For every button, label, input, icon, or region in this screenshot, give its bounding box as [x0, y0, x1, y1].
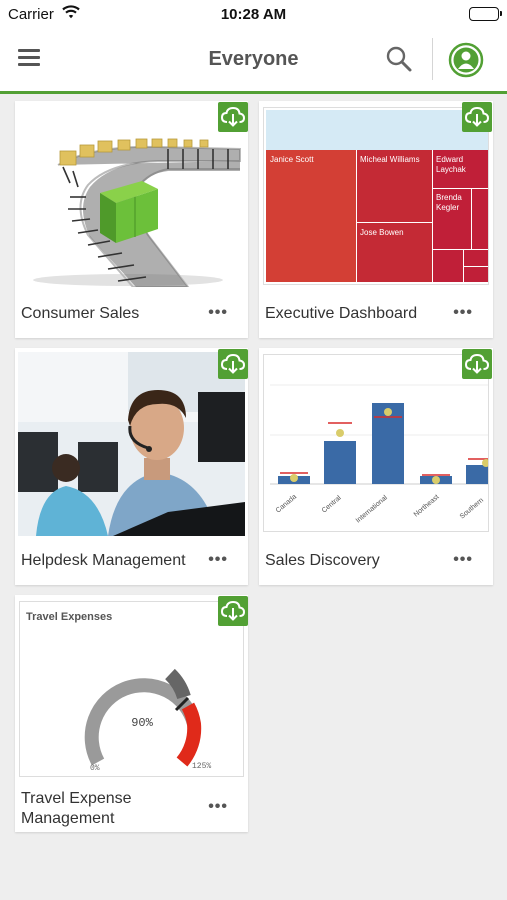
status-bar: Carrier 10:28 AM [0, 0, 507, 28]
app-thumbnail: Travel Expenses 90% 0% 125% [19, 601, 244, 777]
app-title: Helpdesk Management [21, 552, 186, 569]
gauge-title: Travel Expenses [26, 611, 112, 623]
app-title-line: Management [21, 810, 115, 827]
conveyor-belt-image [18, 105, 245, 287]
app-card-helpdesk-management[interactable]: Helpdesk Management ••• [15, 348, 248, 585]
more-options-button[interactable]: ••• [453, 304, 473, 322]
cloud-download-icon[interactable] [218, 349, 248, 379]
bar [466, 465, 488, 484]
gauge-preview: Travel Expenses 90% 0% 125% [20, 602, 243, 776]
gauge-value: 90% [131, 716, 153, 730]
app-title-line: Travel Expense [21, 790, 132, 807]
app-title: Executive Dashboard [265, 305, 418, 322]
app-title: Travel Expense Management [21, 789, 132, 829]
treemap-label: Kegler [436, 203, 459, 212]
helpdesk-photo [18, 352, 245, 536]
page-title: Everyone [208, 48, 299, 70]
app-card-travel-expense-management[interactable]: Travel Expenses 90% 0% 125% Travel Expen… [15, 595, 248, 832]
app-thumbnail [18, 352, 245, 536]
more-options-button[interactable]: ••• [453, 551, 473, 569]
gauge-max-label: 125% [192, 762, 211, 771]
app-thumbnail: Janice Scott Micheal Williams Edward Lay… [263, 107, 489, 285]
nav-divider [432, 38, 433, 80]
bar-chart-preview: Canada Central International Northeast S… [264, 355, 488, 531]
top-nav-bar: Everyone [0, 28, 507, 94]
app-thumbnail: Canada Central International Northeast S… [263, 354, 489, 532]
more-options-button[interactable]: ••• [208, 304, 228, 322]
app-card-sales-discovery[interactable]: Canada Central International Northeast S… [259, 348, 493, 585]
user-avatar-icon[interactable] [448, 42, 484, 78]
treemap-label: Brenda [436, 193, 462, 202]
cloud-download-icon[interactable] [462, 349, 492, 379]
cloud-download-icon[interactable] [218, 102, 248, 132]
treemap-preview: Janice Scott Micheal Williams Edward Lay… [264, 108, 488, 284]
more-options-button[interactable]: ••• [208, 551, 228, 569]
treemap-label: Jose Bowen [360, 228, 404, 237]
clock: 10:28 AM [220, 6, 287, 23]
app-thumbnail [18, 105, 245, 287]
treemap-label: Edward [436, 155, 463, 164]
treemap-label: Micheal Williams [360, 155, 420, 164]
cloud-download-icon[interactable] [462, 102, 492, 132]
bar [324, 441, 356, 484]
search-icon[interactable] [384, 44, 414, 74]
app-title: Consumer Sales [21, 305, 140, 322]
battery-icon [469, 7, 502, 21]
app-title: Sales Discovery [265, 552, 380, 569]
treemap-label: Janice Scott [270, 155, 314, 164]
treemap-label: Laychak [436, 165, 467, 174]
cloud-download-icon[interactable] [218, 596, 248, 626]
app-card-consumer-sales[interactable]: Consumer Sales ••• [15, 101, 248, 338]
gauge-min-label: 0% [90, 764, 100, 773]
more-options-button[interactable]: ••• [208, 798, 228, 816]
app-card-executive-dashboard[interactable]: Janice Scott Micheal Williams Edward Lay… [259, 101, 493, 338]
